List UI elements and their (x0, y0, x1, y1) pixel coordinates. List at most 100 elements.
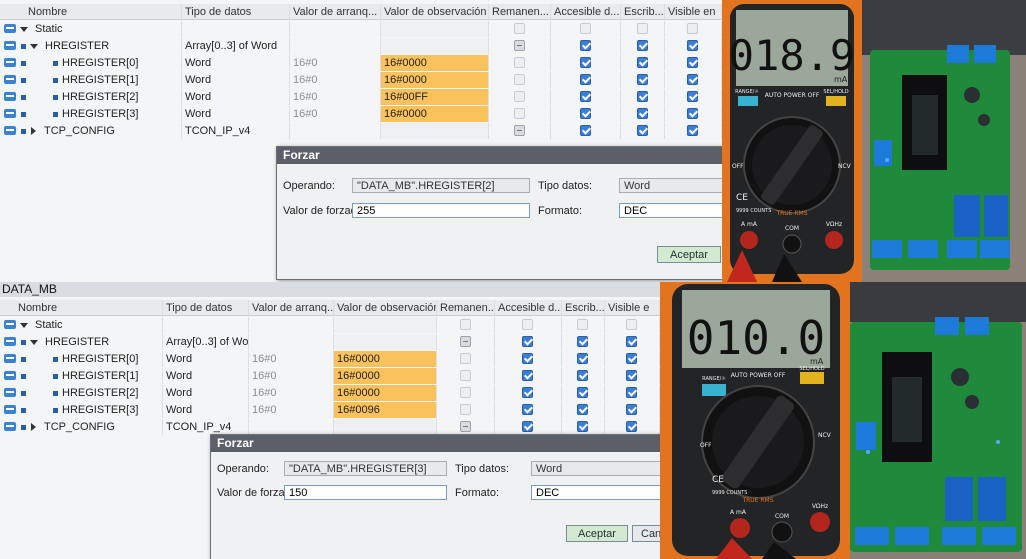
observed-value-cell[interactable]: 16#0000 (334, 351, 437, 367)
checkbox[interactable] (459, 387, 471, 398)
checkbox[interactable] (687, 74, 698, 85)
checkbox[interactable] (579, 74, 591, 85)
column-header[interactable]: Tipo de datos (163, 300, 249, 316)
observed-value-cell[interactable]: 16#0000 (381, 72, 489, 88)
checkbox[interactable] (636, 74, 648, 85)
checkbox[interactable] (579, 40, 591, 51)
table-row[interactable]: HREGISTER Array[0..3] of Word (0, 38, 722, 54)
column-header[interactable]: Accesible d... (495, 300, 562, 316)
force-value-input[interactable]: 255 (352, 203, 530, 218)
checkbox[interactable] (522, 336, 533, 347)
column-header[interactable]: Nombre (0, 4, 182, 20)
checkbox[interactable] (636, 40, 648, 51)
checkbox[interactable] (687, 125, 698, 136)
checkbox[interactable] (626, 370, 637, 381)
checkbox[interactable] (513, 125, 525, 136)
checkbox[interactable] (636, 108, 648, 119)
checkbox[interactable] (577, 353, 588, 364)
checkbox[interactable] (513, 40, 525, 51)
column-header[interactable]: Remanen... (437, 300, 495, 316)
force-value-input[interactable]: 150 (284, 485, 447, 500)
checkbox[interactable] (459, 353, 471, 364)
observed-value-cell[interactable]: 16#0096 (334, 402, 437, 418)
accept-button[interactable]: Aceptar (566, 525, 628, 542)
column-header[interactable]: Valor de observación (334, 300, 437, 316)
column-header[interactable]: Remanen... (489, 4, 551, 20)
checkbox[interactable] (459, 336, 471, 347)
table-row[interactable]: HREGISTER[2] Word 16#0 16#0000 (0, 385, 660, 401)
checkbox[interactable] (522, 370, 533, 381)
checkbox[interactable] (579, 91, 591, 102)
table-row[interactable]: HREGISTER[0] Word 16#0 16#0000 (0, 55, 722, 71)
checkbox[interactable] (577, 387, 588, 398)
checkbox[interactable] (579, 23, 591, 34)
checkbox[interactable] (513, 23, 525, 34)
collapse-arrow-icon[interactable] (30, 44, 38, 49)
checkbox[interactable] (579, 57, 591, 68)
checkbox[interactable] (626, 387, 637, 398)
checkbox[interactable] (459, 404, 471, 415)
collapse-arrow-icon[interactable] (30, 340, 38, 345)
column-header[interactable]: Tipo de datos (182, 4, 290, 20)
column-header[interactable]: Visible en (665, 4, 722, 20)
table-row[interactable]: Static (0, 317, 660, 333)
observed-value-cell[interactable]: 16#0000 (381, 106, 489, 122)
column-header[interactable]: Escrib... (562, 300, 605, 316)
cancel-button[interactable]: Can (632, 525, 660, 542)
checkbox[interactable] (636, 91, 648, 102)
checkbox[interactable] (522, 421, 533, 432)
table-row[interactable]: HREGISTER[1] Word 16#0 16#0000 (0, 72, 722, 88)
checkbox[interactable] (687, 40, 698, 51)
checkbox[interactable] (636, 23, 648, 34)
checkbox[interactable] (513, 108, 525, 119)
checkbox[interactable] (626, 336, 637, 347)
column-header[interactable]: Accesible d... (551, 4, 621, 20)
checkbox[interactable] (579, 108, 591, 119)
format-select[interactable]: DEC (619, 203, 722, 218)
checkbox[interactable] (626, 404, 637, 415)
checkbox[interactable] (577, 319, 588, 330)
observed-value-cell[interactable]: 16#0000 (381, 55, 489, 71)
checkbox[interactable] (577, 336, 588, 347)
column-header[interactable]: Escrib... (621, 4, 665, 20)
checkbox[interactable] (636, 125, 648, 136)
checkbox[interactable] (513, 57, 525, 68)
observed-value-cell[interactable]: 16#0000 (334, 385, 437, 401)
checkbox[interactable] (687, 91, 698, 102)
collapse-arrow-icon[interactable] (20, 323, 28, 328)
checkbox[interactable] (522, 404, 533, 415)
checkbox[interactable] (459, 421, 471, 432)
checkbox[interactable] (513, 91, 525, 102)
column-header[interactable]: Nombre (0, 300, 163, 316)
checkbox[interactable] (577, 421, 588, 432)
checkbox[interactable] (626, 421, 637, 432)
checkbox[interactable] (626, 319, 637, 330)
checkbox[interactable] (636, 57, 648, 68)
table-row[interactable]: TCP_CONFIG TCON_IP_v4 (0, 123, 722, 139)
checkbox[interactable] (626, 353, 637, 364)
column-header[interactable]: Valor de observación (381, 4, 489, 20)
checkbox[interactable] (522, 353, 533, 364)
format-select[interactable]: DEC (531, 485, 660, 500)
checkbox[interactable] (459, 319, 471, 330)
column-header[interactable]: Valor de arranq... (249, 300, 334, 316)
column-header[interactable]: Valor de arranq... (290, 4, 381, 20)
checkbox[interactable] (459, 370, 471, 381)
column-header[interactable]: Visible e (605, 300, 660, 316)
table-row[interactable]: Static (0, 21, 722, 37)
table-row[interactable]: HREGISTER[0] Word 16#0 16#0000 (0, 351, 660, 367)
accept-button[interactable]: Aceptar (657, 246, 721, 263)
table-row[interactable]: HREGISTER[1] Word 16#0 16#0000 (0, 368, 660, 384)
checkbox[interactable] (687, 57, 698, 68)
table-row[interactable]: HREGISTER[3] Word 16#0 16#0000 (0, 106, 722, 122)
observed-value-cell[interactable]: 16#00FF (381, 89, 489, 105)
checkbox[interactable] (522, 319, 533, 330)
expand-arrow-icon[interactable] (31, 423, 36, 431)
checkbox[interactable] (579, 125, 591, 136)
table-row[interactable]: TCP_CONFIG TCON_IP_v4 (0, 419, 660, 435)
expand-arrow-icon[interactable] (31, 127, 36, 135)
checkbox[interactable] (513, 74, 525, 85)
checkbox[interactable] (522, 387, 533, 398)
table-row[interactable]: HREGISTER Array[0..3] of Word (0, 334, 660, 350)
table-row[interactable]: HREGISTER[2] Word 16#0 16#00FF (0, 89, 722, 105)
